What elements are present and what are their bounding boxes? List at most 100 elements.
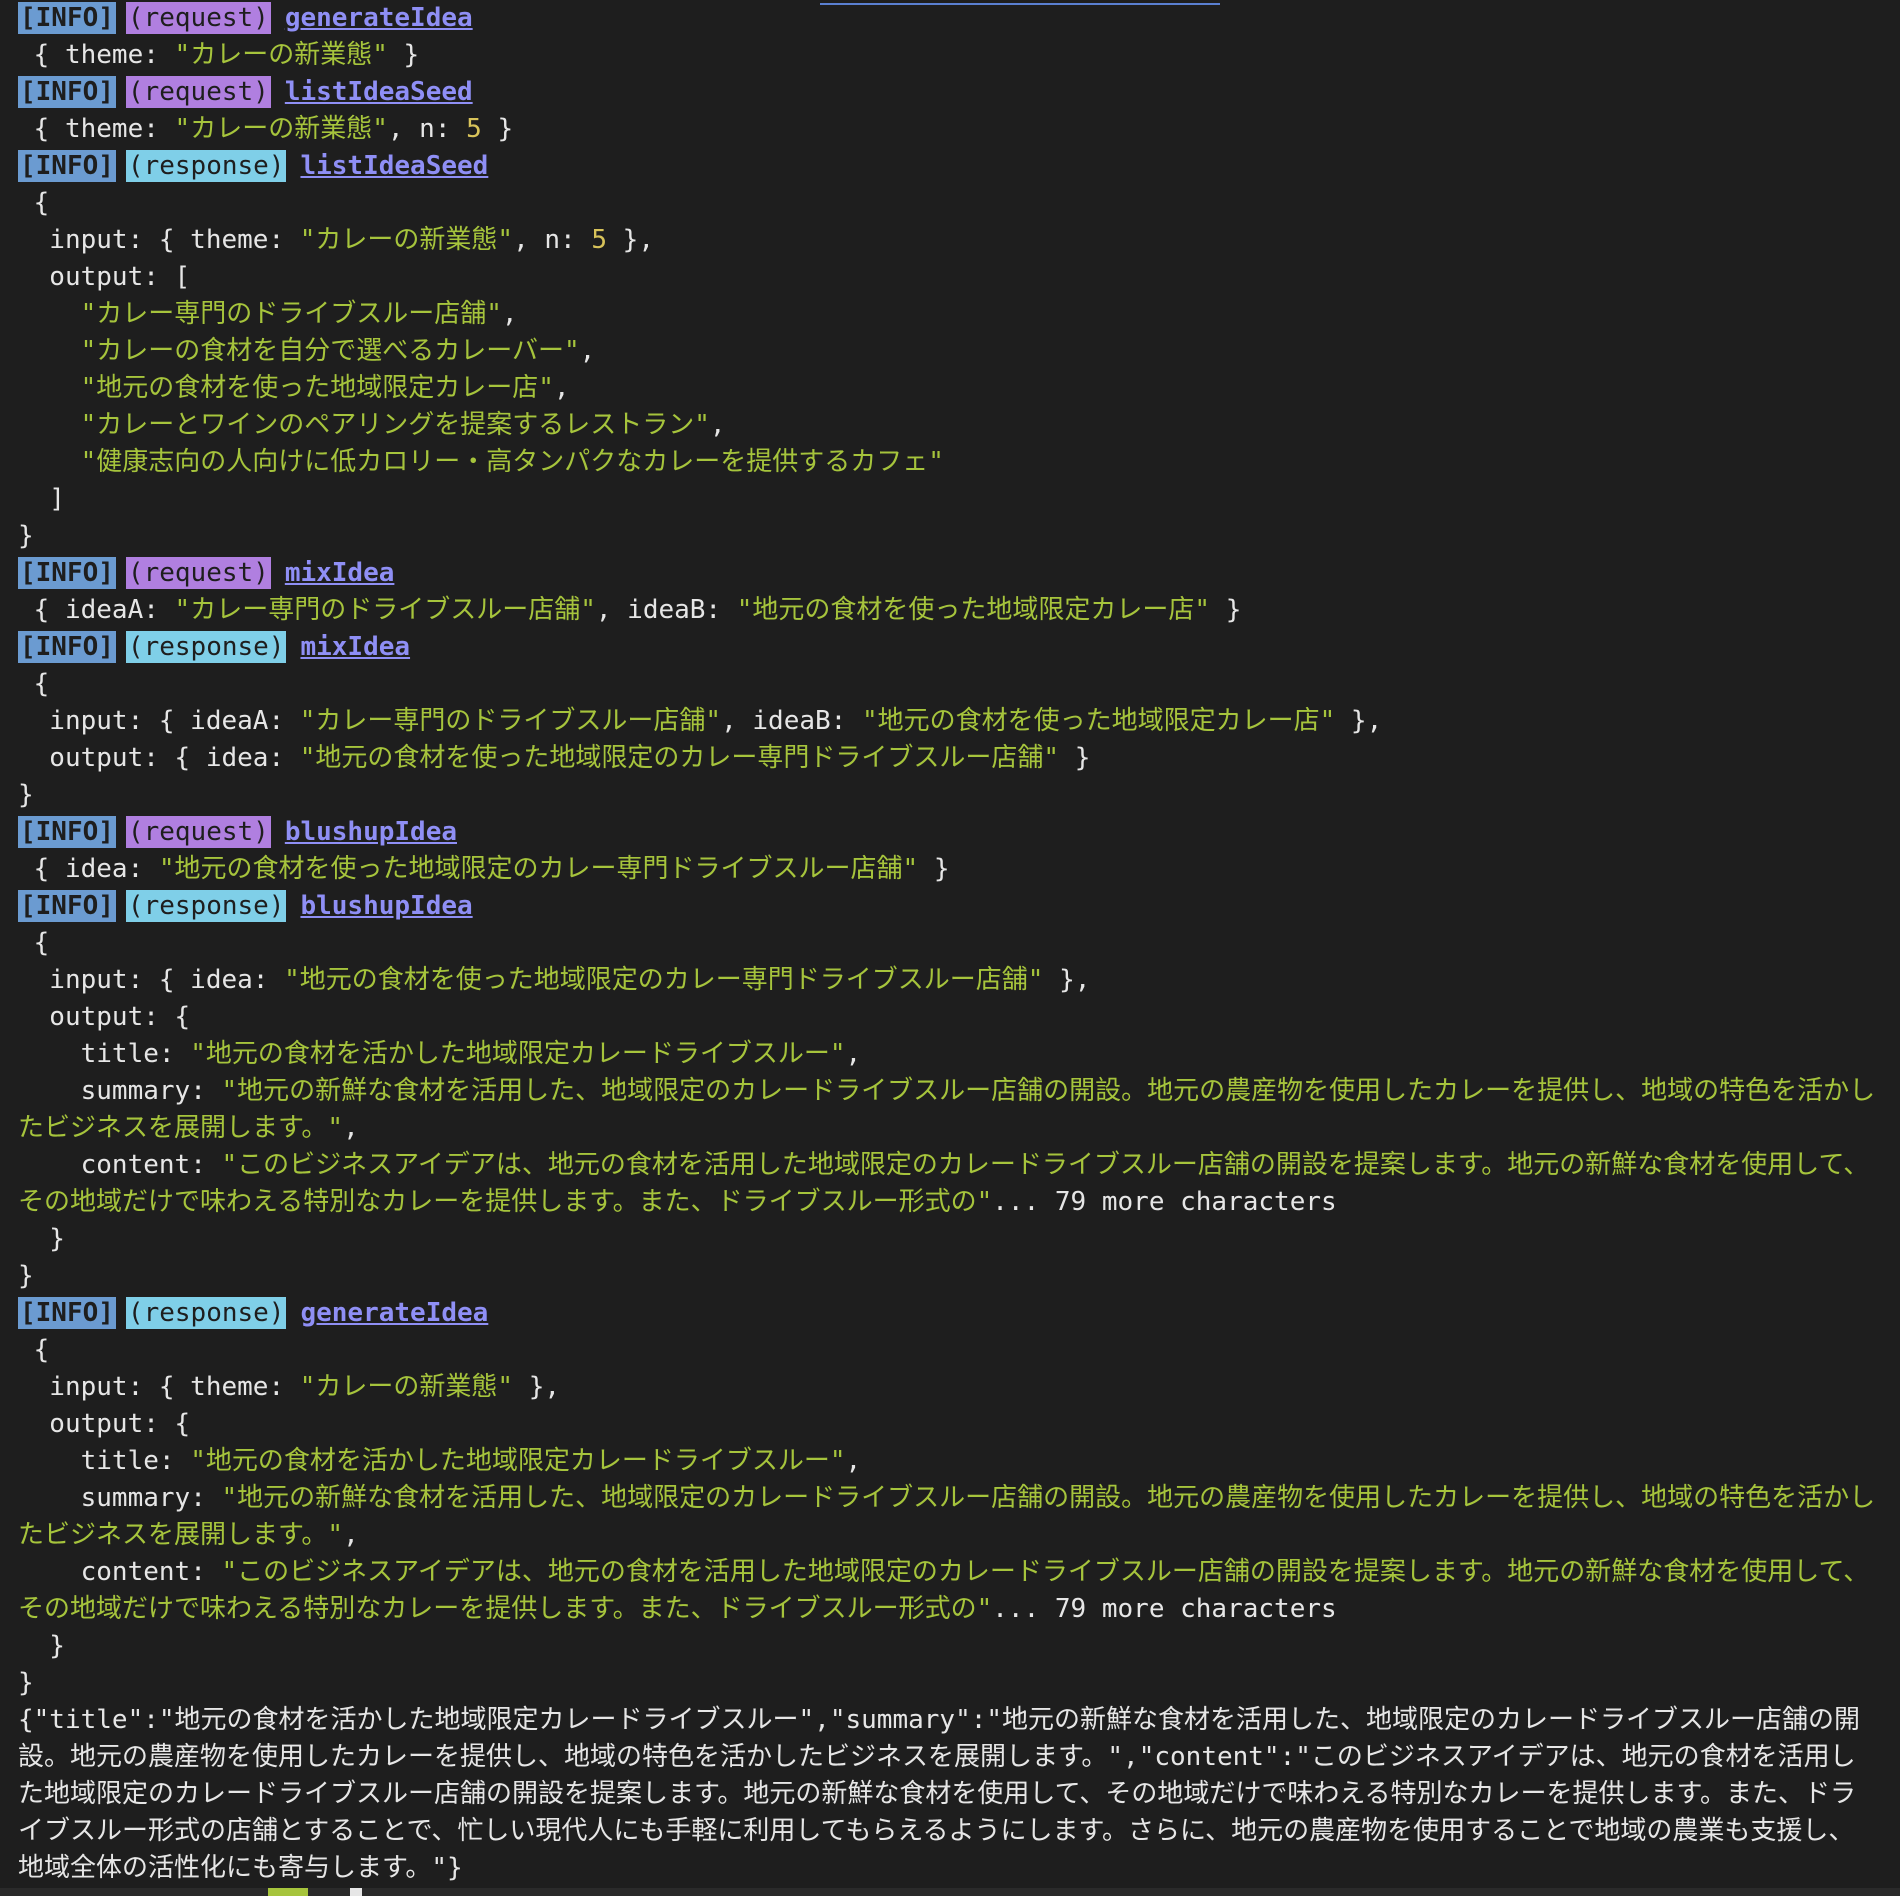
info-tag: [INFO] <box>18 890 116 922</box>
log-line: } <box>18 1668 34 1698</box>
info-tag: [INFO] <box>18 76 116 108</box>
log-line: content: "このビジネスアイデアは、地元の食材を活用した地域限定のカレー… <box>18 1554 1878 1628</box>
function-name: listIdeaSeed <box>300 151 489 181</box>
log-text: summary: <box>18 1483 222 1513</box>
log-header-response-generateIdea: [INFO] (response) generateIdea <box>18 1295 1882 1332</box>
function-name: listIdeaSeed <box>284 77 473 107</box>
log-line: output: { <box>18 1002 191 1032</box>
log-string: "地元の食材を使った地域限定カレー店" <box>861 706 1336 736</box>
log-line: output: { idea: "地元の食材を使った地域限定のカレー専門ドライブ… <box>18 740 1882 777</box>
log-line: { ideaA: "カレー専門のドライブスルー店舗", ideaB: "地元の食… <box>18 592 1882 629</box>
prompt-segment <box>268 1888 308 1896</box>
function-name: mixIdea <box>300 632 411 662</box>
log-string: "カレー専門のドライブスルー店舗" <box>18 299 502 329</box>
log-string: "地元の食材を活かした地域限定カレードライブスルー" <box>190 1446 846 1476</box>
log-string: "地元の食材を活かした地域限定カレードライブスルー" <box>190 1039 846 1069</box>
log-number: 5 <box>466 114 482 144</box>
info-tag: [INFO] <box>18 631 116 663</box>
response-tag: (response) <box>125 1297 287 1329</box>
log-string: "カレー専門のドライブスルー店舗" <box>174 595 596 625</box>
log-string: "健康志向の人向けに低カロリー・高タンパクなカレーを提供するカフェ" <box>18 447 944 477</box>
log-header-request-listIdeaSeed: [INFO] (request) listIdeaSeed <box>18 74 1882 111</box>
log-line: output: { <box>18 1409 191 1439</box>
log-line: "カレー専門のドライブスルー店舗", <box>18 296 1882 333</box>
log-text: ... 79 more characters <box>992 1187 1337 1217</box>
log-text: , <box>553 373 570 403</box>
log-line: input: { ideaA: "カレー専門のドライブスルー店舗", ideaB… <box>18 703 1882 740</box>
response-tag: (response) <box>125 890 287 922</box>
log-text: , n: <box>387 114 467 144</box>
log-text: , n: <box>513 225 592 255</box>
log-string: "カレーとワインのペアリングを提案するレストラン" <box>18 410 710 440</box>
log-text: title: <box>18 1446 191 1476</box>
terminal-output[interactable]: [INFO] (request) generateIdea { theme: "カレ… <box>18 0 1882 1887</box>
log-number: 5 <box>591 225 608 255</box>
info-tag: [INFO] <box>18 816 116 848</box>
log-text: ... 79 more characters <box>992 1594 1337 1624</box>
log-line: input: { idea: "地元の食材を使った地域限定のカレー専門ドライブス… <box>18 962 1882 999</box>
function-name: generateIdea <box>284 3 473 33</box>
log-line: { <box>18 188 50 218</box>
log-string: "地元の食材を使った地域限定のカレー専門ドライブスルー店舗" <box>299 743 1060 773</box>
log-text: , <box>343 1520 359 1550</box>
request-tag: (request) <box>125 2 271 34</box>
log-text: , ideaB: <box>595 595 737 625</box>
log-text: , <box>579 336 596 366</box>
log-text: , <box>343 1113 359 1143</box>
log-text: content: <box>18 1150 222 1180</box>
log-line: input: { theme: "カレーの新業態", n: 5 }, <box>18 222 1882 259</box>
info-tag: [INFO] <box>18 2 116 34</box>
log-string: "地元の食材を使った地域限定カレー店" <box>18 373 554 403</box>
log-string: "地元の新鮮な食材を活用した、地域限定のカレードライブスルー店舗の開設。地元の農… <box>18 1076 1876 1143</box>
log-header-response-listIdeaSeed: [INFO] (response) listIdeaSeed <box>18 148 1882 185</box>
log-text: } <box>481 114 514 144</box>
log-line: "地元の食材を使った地域限定カレー店", <box>18 370 1882 407</box>
function-name: blushupIdea <box>284 817 457 847</box>
request-tag: (request) <box>125 557 271 589</box>
log-text: } <box>918 854 950 884</box>
log-header-request-generateIdea: [INFO] (request) generateIdea <box>18 0 1882 37</box>
log-line: } <box>18 521 34 551</box>
log-line: } <box>18 780 34 810</box>
final-json-output: {"title":"地元の食材を活かした地域限定カレードライブスルー","sum… <box>18 1705 1861 1883</box>
request-tag: (request) <box>125 76 271 108</box>
log-line: summary: "地元の新鮮な食材を活用した、地域限定のカレードライブスルー店… <box>18 1073 1878 1147</box>
log-text: } <box>1059 743 1091 773</box>
log-text: , <box>501 299 518 329</box>
log-line: { theme: "カレーの新業態" } <box>18 37 1882 74</box>
log-text: }, <box>1043 965 1091 995</box>
log-text: input: { theme: <box>18 1372 300 1402</box>
log-text: }, <box>607 225 654 255</box>
function-name: blushupIdea <box>300 891 473 921</box>
log-string: "このビジネスアイデアは、地元の食材を活用した地域限定のカレードライブスルー店舗… <box>18 1557 1870 1624</box>
log-text: , <box>709 410 726 440</box>
function-name: generateIdea <box>300 1298 489 1328</box>
log-text: }, <box>1335 706 1383 736</box>
log-text: input: { idea: <box>18 965 285 995</box>
log-text: } <box>387 40 420 70</box>
request-tag: (request) <box>125 816 271 848</box>
info-tag: [INFO] <box>18 150 116 182</box>
log-line: summary: "地元の新鮮な食材を活用した、地域限定のカレードライブスルー店… <box>18 1480 1878 1554</box>
log-line: { <box>18 928 50 958</box>
log-text: { idea: <box>18 854 159 884</box>
log-line: } <box>18 1224 65 1254</box>
log-line: } <box>18 1631 65 1661</box>
log-text: { theme: <box>18 40 175 70</box>
log-line: ] <box>18 484 65 514</box>
log-string: "地元の新鮮な食材を活用した、地域限定のカレードライブスルー店舗の開設。地元の農… <box>18 1483 1876 1550</box>
log-string: "地元の食材を使った地域限定のカレー専門ドライブスルー店舗" <box>284 965 1044 995</box>
log-header-request-blushupIdea: [INFO] (request) blushupIdea <box>18 814 1882 851</box>
log-line: { <box>18 669 50 699</box>
log-text: output: { idea: <box>18 743 300 773</box>
log-text: input: { ideaA: <box>18 706 300 736</box>
log-line: { <box>18 1335 50 1365</box>
log-header-response-blushupIdea: [INFO] (response) blushupIdea <box>18 888 1882 925</box>
log-text: , ideaB: <box>721 706 862 736</box>
response-tag: (response) <box>125 631 287 663</box>
log-string: "このビジネスアイデアは、地元の食材を活用した地域限定のカレードライブスルー店舗… <box>18 1150 1870 1217</box>
info-tag: [INFO] <box>18 1297 116 1329</box>
log-string: "カレーの食材を自分で選べるカレーバー" <box>18 336 580 366</box>
log-line: "カレーとワインのペアリングを提案するレストラン", <box>18 407 1882 444</box>
info-tag: [INFO] <box>18 557 116 589</box>
